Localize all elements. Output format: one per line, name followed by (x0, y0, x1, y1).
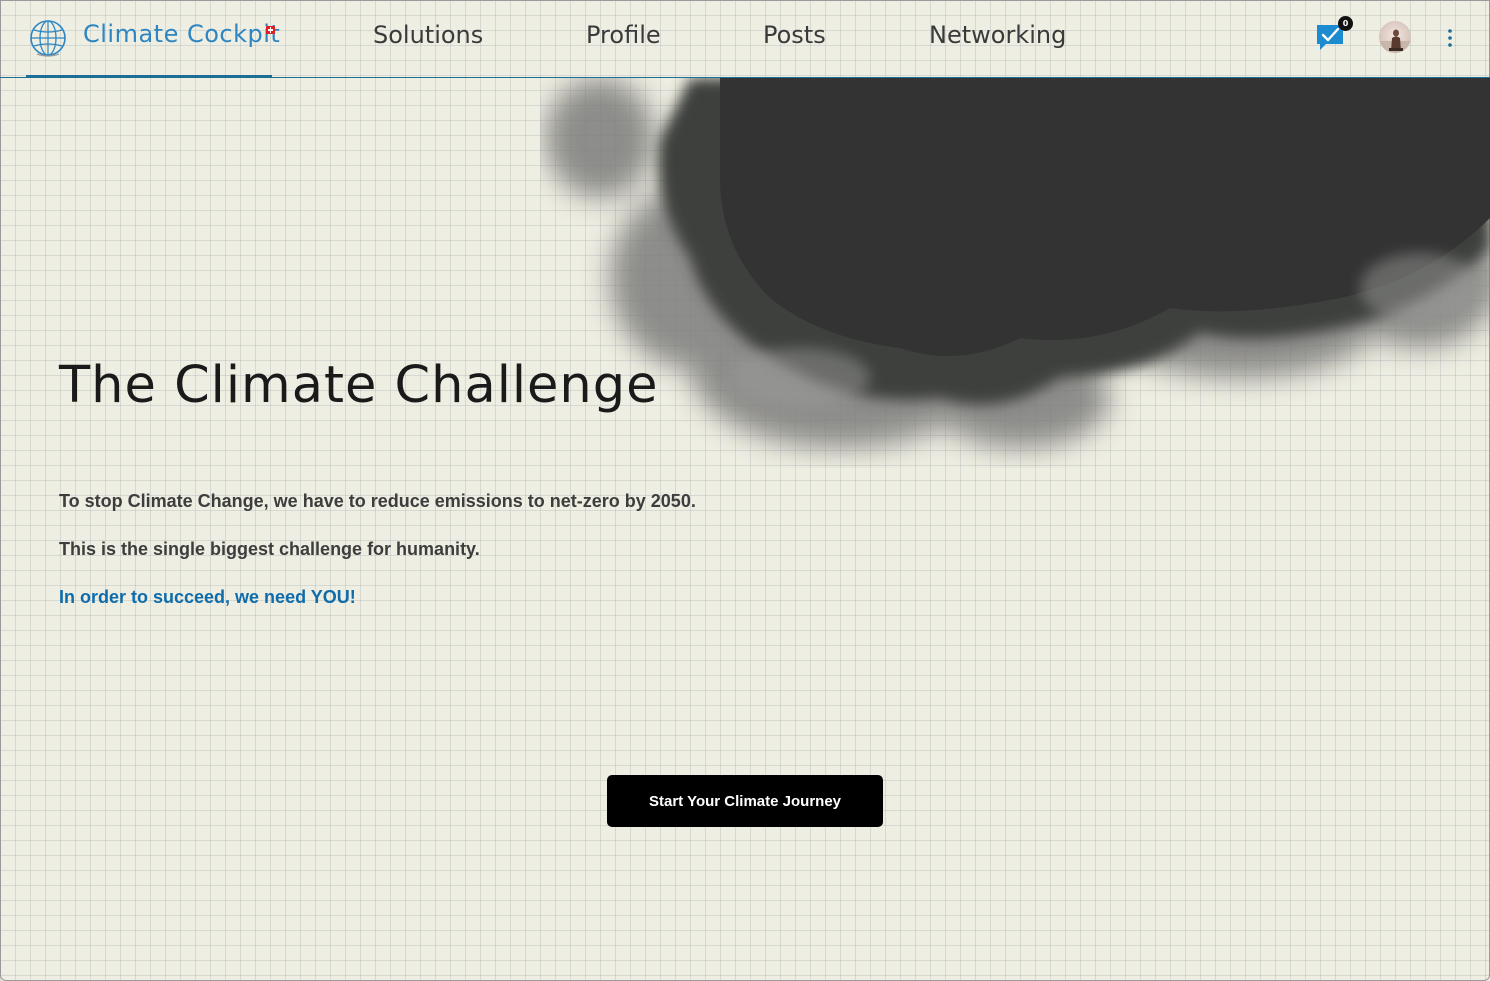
swiss-flag-icon (266, 26, 275, 34)
nav-solutions[interactable]: Solutions (373, 21, 483, 49)
nav-networking[interactable]: Networking (929, 21, 1066, 49)
hero-text-emissions: To stop Climate Change, we have to reduc… (59, 491, 696, 511)
avatar-image (1379, 29, 1411, 53)
hero-text-call-to-action: In order to succeed, we need YOU! (59, 587, 356, 607)
brand-name: Climate Cockpit (83, 20, 281, 48)
tasks-count-badge: 0 (1338, 16, 1353, 31)
storm-cloud-illustration (545, 78, 1490, 448)
hero-title: The Climate Challenge (59, 356, 659, 415)
top-navigation-bar: Climate Cockpit Solutions Profile Posts … (0, 0, 1490, 78)
start-climate-journey-button[interactable]: Start Your Climate Journey (607, 775, 883, 827)
globe-icon (30, 20, 66, 57)
nav-profile[interactable]: Profile (586, 21, 661, 49)
brand-home-link[interactable]: Climate Cockpit (26, 0, 280, 77)
nav-posts[interactable]: Posts (763, 21, 826, 49)
more-vertical-icon[interactable] (1442, 26, 1458, 50)
hero-text-challenge: This is the single biggest challenge for… (59, 539, 480, 559)
avatar[interactable] (1379, 21, 1411, 53)
